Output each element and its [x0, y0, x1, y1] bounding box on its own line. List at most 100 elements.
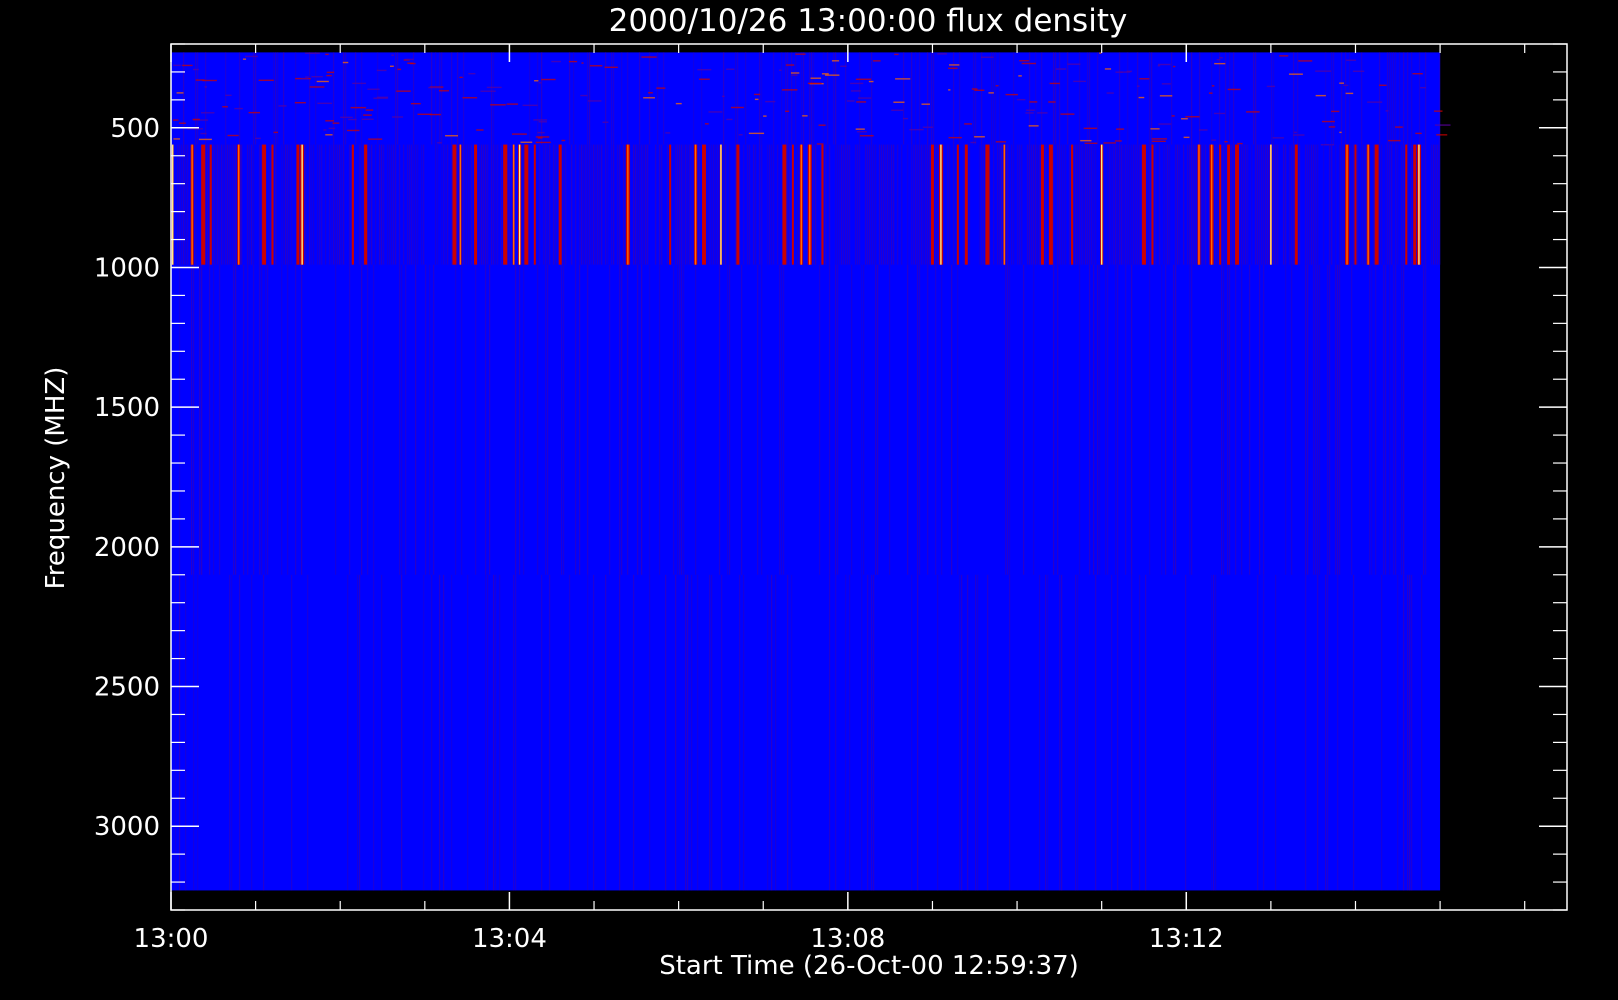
heatmap-stripe	[1351, 264, 1353, 575]
heatmap-stripe	[755, 144, 757, 265]
burst-core	[800, 144, 803, 265]
heatmap-stripe	[435, 52, 437, 145]
heatmap-stripe	[1033, 144, 1035, 265]
heatmap-stripe	[583, 144, 585, 265]
heatmap-noise-speck	[1126, 70, 1132, 73]
heatmap-noise-speck	[748, 132, 765, 135]
heatmap-stripe	[265, 264, 267, 575]
heatmap-noise-speck	[1339, 131, 1342, 134]
heatmap-stripe	[803, 144, 805, 265]
heatmap-noise-speck	[1294, 131, 1297, 134]
heatmap-stripe	[1361, 52, 1363, 145]
heatmap-stripe	[1293, 144, 1295, 265]
heatmap-stripe	[251, 144, 253, 265]
heatmap-stripe	[463, 52, 465, 145]
heatmap-stripe	[1423, 264, 1425, 575]
heatmap-stripe	[687, 574, 689, 891]
burst-stripe	[791, 144, 794, 265]
heatmap-stripe	[1401, 144, 1403, 265]
heatmap-stripe	[405, 264, 407, 575]
heatmap-stripe	[429, 264, 431, 575]
heatmap-stripe	[1395, 52, 1397, 145]
burst-stripe	[1294, 144, 1298, 265]
burst-stripe	[474, 144, 478, 265]
heatmap-stripe	[1325, 52, 1327, 145]
heatmap-noise-speck	[1208, 92, 1213, 94]
heatmap-stripe	[623, 144, 625, 265]
heatmap-stripe	[993, 144, 995, 265]
heatmap-stripe	[411, 144, 413, 265]
heatmap-noise-speck	[859, 135, 874, 137]
heatmap-stripe	[1323, 144, 1325, 265]
burst-stripe	[1071, 144, 1074, 265]
heatmap-stripe	[1327, 264, 1329, 575]
heatmap-stripe	[681, 264, 683, 575]
heatmap-stripe	[889, 264, 891, 575]
y-tick-label: 500	[110, 114, 160, 144]
heatmap-stripe	[467, 574, 469, 891]
heatmap-noise-speck	[754, 98, 759, 101]
heatmap-stripe	[675, 144, 677, 265]
heatmap-stripe	[719, 264, 721, 575]
heatmap-stripe	[877, 264, 879, 575]
heatmap-stripe	[313, 144, 315, 265]
heatmap-noise-speck	[587, 100, 602, 102]
heatmap-stripe	[835, 264, 837, 575]
heatmap-noise-speck	[459, 76, 463, 79]
x-tick-label: 13:04	[472, 924, 547, 954]
heatmap-stripe	[231, 144, 233, 265]
heatmap-stripe	[1203, 144, 1205, 265]
heatmap-noise-speck	[376, 96, 389, 99]
heatmap-stripe	[649, 574, 651, 891]
heatmap-stripe	[1291, 264, 1293, 575]
heatmap-stripe	[1305, 144, 1307, 265]
heatmap-noise-speck	[974, 89, 985, 91]
heatmap-stripe	[1419, 52, 1421, 145]
heatmap-noise-speck	[1083, 127, 1098, 130]
heatmap-stripe	[829, 574, 831, 891]
heatmap-stripe	[1191, 264, 1193, 575]
heatmap-stripe	[951, 264, 953, 575]
heatmap-stripe	[401, 574, 403, 891]
burst-stripe	[201, 144, 206, 265]
heatmap-stripe	[779, 264, 781, 575]
heatmap-stripe	[1169, 144, 1171, 265]
heatmap-noise-speck	[173, 64, 182, 67]
heatmap-stripe	[587, 144, 589, 265]
y-tick-label: 1000	[94, 253, 160, 283]
heatmap-stripe	[249, 144, 251, 265]
heatmap-stripe	[953, 144, 955, 265]
heatmap-stripe	[487, 144, 489, 265]
heatmap-noise-speck	[791, 74, 798, 76]
heatmap-stripe	[735, 144, 737, 265]
heatmap-stripe	[563, 144, 565, 265]
heatmap-stripe	[1255, 144, 1257, 265]
heatmap-stripe	[415, 144, 417, 265]
heatmap-stripe	[633, 574, 635, 891]
heatmap-noise-speck	[1219, 57, 1223, 59]
heatmap-stripe	[181, 144, 183, 265]
heatmap-stripe	[367, 144, 369, 265]
heatmap-stripe	[801, 52, 803, 145]
heatmap-stripe	[863, 264, 865, 575]
heatmap-stripe	[549, 144, 551, 265]
heatmap-stripe	[721, 574, 723, 891]
heatmap-stripe	[409, 144, 411, 265]
heatmap-stripe	[679, 144, 681, 265]
heatmap-stripe	[781, 264, 783, 575]
heatmap-stripe	[1259, 264, 1261, 575]
heatmap-stripe	[715, 144, 717, 265]
heatmap-stripe	[1213, 574, 1215, 891]
heatmap-noise-speck	[178, 122, 186, 124]
burst-stripe	[503, 144, 508, 265]
heatmap-stripe	[467, 144, 469, 265]
heatmap-stripe	[1335, 144, 1337, 265]
heatmap-stripe	[903, 52, 905, 145]
heatmap-noise-speck	[949, 64, 960, 66]
heatmap-stripe	[1231, 144, 1233, 265]
heatmap-stripe	[329, 144, 331, 265]
heatmap-stripe	[737, 52, 739, 145]
burst-stripe	[930, 144, 934, 265]
heatmap-noise-speck	[511, 133, 527, 135]
heatmap-noise-speck	[1018, 75, 1022, 77]
